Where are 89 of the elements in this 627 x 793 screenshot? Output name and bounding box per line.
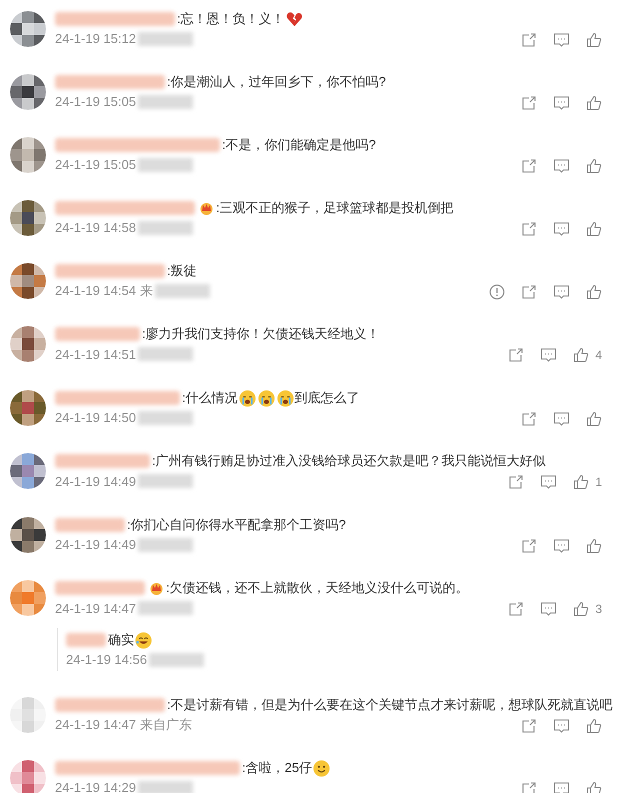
location-text: 来 [140, 283, 153, 298]
crying-face-icon [276, 390, 294, 406]
timestamp: 24-1-19 14:49 [55, 537, 136, 552]
share-icon[interactable] [521, 718, 537, 734]
share-icon[interactable] [521, 32, 537, 48]
thumbs-up-icon[interactable] [586, 718, 602, 734]
blurred-location [138, 780, 193, 793]
comment-icon[interactable] [553, 94, 570, 110]
share-icon[interactable] [508, 474, 524, 490]
blurred-location [138, 158, 193, 172]
thumbs-up-icon[interactable] [586, 284, 602, 300]
comment-text: :你扪心自问你得水平配拿那个工资吗? [127, 516, 346, 534]
comment-icon[interactable] [553, 220, 570, 236]
crying-face-icon [238, 390, 256, 406]
comment-text: 到底怎么了 [294, 389, 360, 408]
share-icon[interactable] [521, 220, 537, 236]
blurred-location [138, 601, 193, 615]
comment-icon[interactable] [553, 410, 570, 426]
blurred-location [138, 94, 193, 108]
share-icon[interactable] [508, 601, 524, 617]
broken-heart-icon [286, 10, 303, 28]
thumbs-up-icon[interactable] [586, 410, 602, 426]
share-icon[interactable] [521, 780, 537, 793]
share-icon[interactable] [521, 94, 537, 110]
timestamp: 24-1-19 14:50 [55, 410, 136, 425]
timestamp: 24-1-19 14:29 [55, 780, 136, 793]
comment-icon[interactable] [553, 284, 570, 300]
comment-icon[interactable] [553, 158, 570, 174]
comment-text: :三观不正的猴子，足球篮球都是投机倒把 [216, 199, 454, 218]
blurred-location [138, 538, 193, 552]
blurred-location [154, 284, 210, 298]
timestamp: 24-1-19 14:49 [55, 474, 136, 488]
thumbs-up-icon[interactable] [573, 601, 590, 617]
like-count: 4 [595, 347, 602, 364]
crying-face-icon [258, 390, 275, 406]
share-icon[interactable] [521, 284, 537, 300]
location-text: 来自广东 [140, 717, 192, 732]
blurred-location [138, 347, 193, 361]
timestamp: 24-1-19 14:54 [55, 283, 136, 298]
comment-text: :忘！恩！负！义！ [177, 10, 285, 28]
comment-text: :欠债还钱，还不上就散伙，天经地义没什么可说的。 [166, 579, 469, 598]
blurred-location [138, 220, 193, 234]
comment-icon[interactable] [540, 601, 558, 617]
comment-text: :含啦，25仔 [242, 759, 312, 778]
timestamp: 24-1-19 14:47 [55, 600, 136, 616]
thumbs-up-icon[interactable] [586, 32, 602, 48]
comment-text: :叛徒 [167, 262, 197, 280]
share-icon[interactable] [521, 538, 537, 554]
comment-text: :你是潮汕人，过年回乡下，你不怕吗? [167, 73, 386, 92]
thumbs-up-icon[interactable] [573, 474, 590, 490]
thumbs-up-icon[interactable] [586, 158, 602, 174]
timestamp: 24-1-19 14:58 [55, 220, 136, 235]
comment-icon[interactable] [553, 718, 570, 734]
comment-icon[interactable] [553, 538, 570, 554]
smiley-icon [313, 760, 330, 776]
share-icon[interactable] [508, 347, 524, 363]
thumbs-up-icon[interactable] [573, 347, 590, 363]
timestamp: 24-1-19 15:12 [55, 31, 136, 46]
timestamp: 24-1-19 14:56 [66, 652, 147, 667]
like-count: 3 [595, 601, 602, 618]
comment-text: :廖力升我们支持你！欠债还钱天经地义！ [142, 325, 380, 344]
blurred-location [148, 652, 204, 666]
like-count: 1 [595, 474, 602, 491]
share-icon[interactable] [521, 158, 537, 174]
comment-icon[interactable] [553, 780, 570, 793]
blurred-location [138, 32, 193, 46]
blurred-name [55, 518, 125, 532]
report-icon[interactable] [489, 284, 505, 300]
comment-icon[interactable] [540, 347, 558, 363]
comment-text: :广州有钱行贿足协过准入没钱给球员还欠款是吧？我只能说恒大好似 [152, 452, 546, 470]
comment-text: :不是讨薪有错，但是为什么要在这个关键节点才来讨薪呢，想球队死就直说吧 [167, 696, 613, 714]
thumbs-up-icon[interactable] [586, 538, 602, 554]
comment-icon[interactable] [540, 474, 558, 490]
blurred-location [138, 410, 193, 424]
timestamp: 24-1-19 14:47 [55, 717, 136, 732]
thumbs-up-icon[interactable] [586, 780, 602, 793]
blurred-name [66, 633, 106, 647]
thumbs-up-icon[interactable] [586, 220, 602, 236]
timestamp: 24-1-19 15:05 [55, 94, 136, 109]
comment-icon[interactable] [553, 32, 570, 48]
timestamp: 24-1-19 14:51 [55, 346, 136, 362]
laughing-face-icon [135, 632, 152, 648]
comment-text: 确实 [108, 631, 134, 650]
comment-text: :什么情况 [182, 389, 238, 408]
timestamp: 24-1-19 15:05 [55, 157, 136, 172]
blurred-location [138, 474, 193, 488]
comment-text: :不是，你们能确定是他吗? [222, 136, 376, 154]
thumbs-up-icon[interactable] [586, 94, 602, 110]
share-icon[interactable] [521, 410, 537, 426]
